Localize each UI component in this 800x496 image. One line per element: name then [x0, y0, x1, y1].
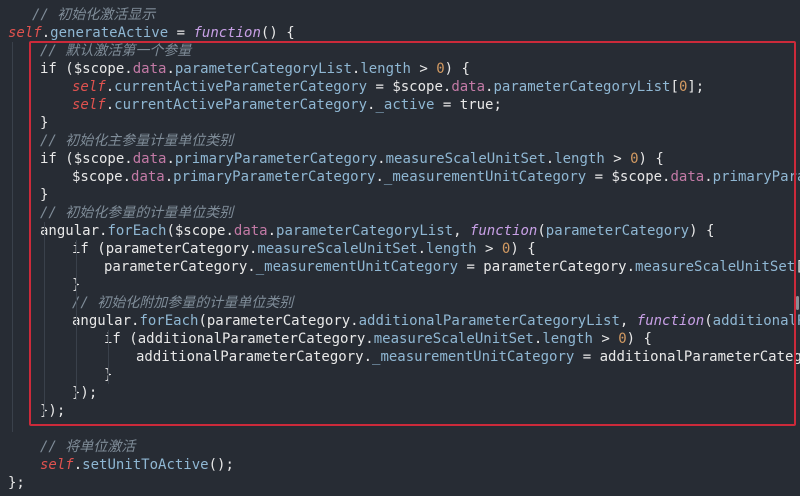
code-token: . — [73, 457, 83, 473]
code-line: }; — [8, 474, 25, 492]
code-token: generateActive — [50, 25, 169, 41]
code-line: // 初始化激活显示 — [32, 6, 155, 24]
code-token: . — [41, 25, 51, 41]
code-token: }; — [8, 475, 25, 491]
code-token: function — [193, 25, 261, 41]
code-token: self — [8, 25, 42, 41]
code-editor[interactable]: // 初始化激活显示 self.generateActive = function… — [0, 0, 800, 496]
code-line: // 将单位激活 — [40, 438, 135, 456]
code-token: // 将单位激活 — [40, 439, 136, 455]
code-token: self — [40, 457, 74, 473]
code-token: setUnitToActive — [82, 457, 209, 473]
indent-guide-line — [12, 42, 13, 432]
code-line: self.generateActive = function() { — [8, 24, 295, 42]
code-token: // 初始化激活显示 — [32, 7, 156, 23]
code-token: = — [168, 25, 194, 41]
selection-highlight-box — [29, 41, 796, 426]
scrollbar-thumb[interactable] — [796, 296, 799, 310]
code-token: (); — [208, 457, 234, 473]
code-token: () { — [260, 25, 295, 41]
code-line: self.setUnitToActive(); — [40, 456, 234, 474]
